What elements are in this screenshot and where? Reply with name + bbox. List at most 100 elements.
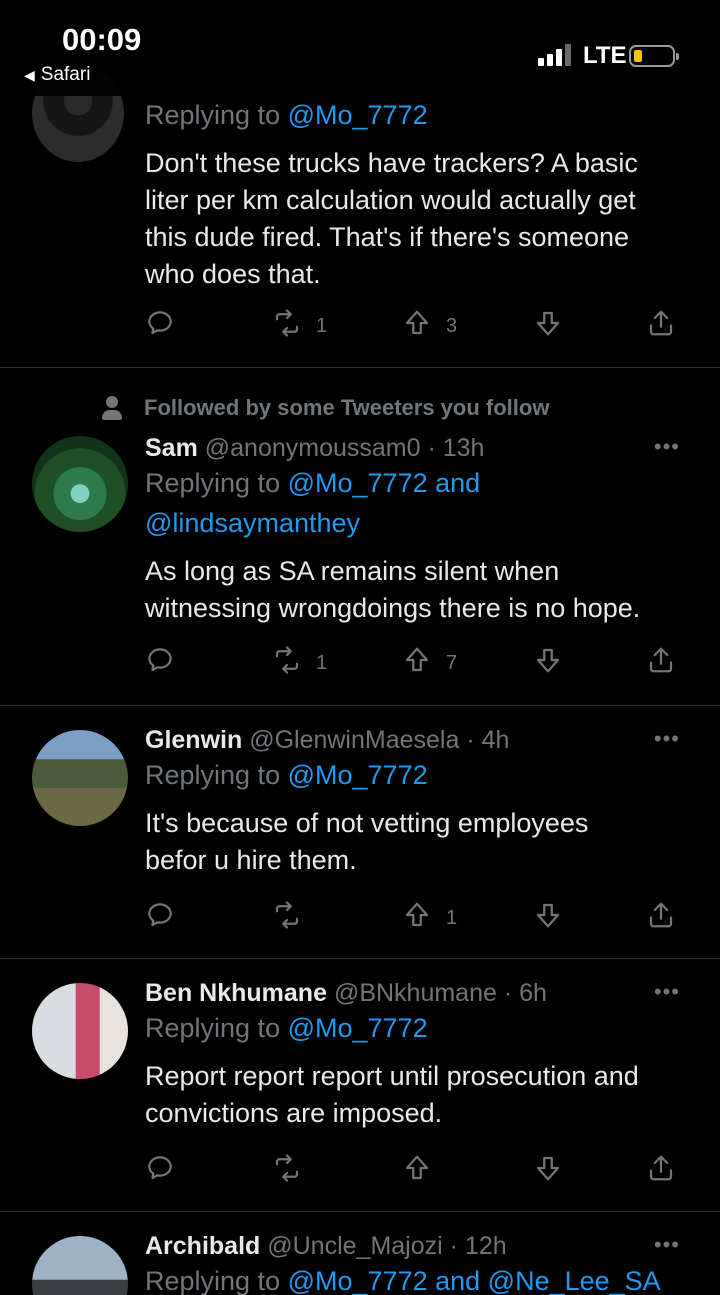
like-count: 3 <box>446 314 458 337</box>
avatar[interactable] <box>32 436 128 532</box>
mention-link[interactable]: @Mo_7772 <box>288 760 428 790</box>
downvote-icon <box>533 308 563 344</box>
tweet-time: 13h <box>442 434 485 462</box>
author-name[interactable]: Ben Nkhumane <box>145 979 327 1007</box>
reply-context: Replying to @Mo_7772 <box>145 95 680 135</box>
downvote-button[interactable] <box>533 306 563 346</box>
share-button[interactable] <box>646 306 676 346</box>
mention-link[interactable]: @Mo_7772 <box>288 1013 428 1043</box>
author-line: Ben Nkhumane @BNkhumane · 6h ••• <box>145 979 680 1007</box>
tweet-reply-2[interactable]: Followed by some Tweeters you follow Sam… <box>0 368 720 706</box>
downvote-button[interactable] <box>533 643 563 683</box>
share-button[interactable] <box>646 898 676 938</box>
tweet-actions: 1 3 <box>145 306 685 346</box>
downvote-icon <box>533 1153 563 1189</box>
tweet-reply-4[interactable]: Ben Nkhumane @BNkhumane · 6h ••• Replyin… <box>0 959 720 1212</box>
share-icon <box>646 308 676 344</box>
more-icon[interactable]: ••• <box>654 726 680 752</box>
downvote-button[interactable] <box>533 898 563 938</box>
reply-context: Replying to @Mo_7772 and <box>145 468 481 498</box>
back-arrow-icon: ◀ <box>24 67 35 83</box>
like-icon <box>402 1153 432 1189</box>
social-context: Followed by some Tweeters you follow <box>100 394 549 424</box>
tweet-text: It's because of not vetting employees be… <box>145 808 589 875</box>
person-icon <box>100 394 124 424</box>
retweet-icon <box>272 645 302 681</box>
status-time: 00:09 <box>62 22 142 57</box>
more-icon[interactable]: ••• <box>654 979 680 1005</box>
more-icon[interactable]: ••• <box>654 1232 680 1258</box>
tweet-reply-5[interactable]: Archibald @Uncle_Majozi · 12h ••• Replyi… <box>0 1212 720 1295</box>
reply-context: Replying to @Mo_7772 <box>145 1013 428 1043</box>
reply-icon <box>145 900 175 936</box>
share-icon <box>646 1153 676 1189</box>
retweet-count: 1 <box>316 314 328 337</box>
author-name[interactable]: Archibald <box>145 1232 260 1260</box>
downvote-button[interactable] <box>533 1151 563 1191</box>
reply-prefix: Replying to <box>145 100 281 130</box>
author-handle[interactable]: @Uncle_Majozi <box>267 1232 442 1260</box>
like-icon <box>402 645 432 681</box>
tweet-time: 6h <box>519 979 547 1007</box>
back-to-safari[interactable]: ◀ Safari <box>24 64 90 86</box>
reply-context: Replying to @Mo_7772 <box>145 760 428 790</box>
like-count: 1 <box>446 906 458 929</box>
tweet-text: Don't these trucks have trackers? A basi… <box>145 148 638 289</box>
reply-button[interactable] <box>145 1151 175 1191</box>
tweet-text: As long as SA remains silent when witnes… <box>145 556 641 623</box>
tweet-actions: 1 <box>145 898 685 938</box>
mention-link[interactable]: @Mo_7772 and <box>288 468 481 498</box>
retweet-button[interactable] <box>272 1151 302 1191</box>
retweet-icon <box>272 1153 302 1189</box>
signal-icon <box>538 44 574 66</box>
like-icon <box>402 308 432 344</box>
reply-icon <box>145 1153 175 1189</box>
avatar[interactable] <box>32 1236 128 1295</box>
share-icon <box>646 645 676 681</box>
reply-button[interactable] <box>145 306 175 346</box>
battery-icon <box>629 45 679 67</box>
author-handle[interactable]: @anonymoussam0 <box>205 434 421 462</box>
reply-button[interactable] <box>145 643 175 683</box>
tweet-time: 4h <box>481 726 510 754</box>
author-line: Glenwin @GlenwinMaesela · 4h ••• <box>145 726 680 754</box>
reply-button[interactable] <box>145 898 175 938</box>
upvote-button[interactable]: 7 <box>402 643 457 683</box>
tweet-reply-3[interactable]: Glenwin @GlenwinMaesela · 4h ••• Replyin… <box>0 706 720 959</box>
avatar[interactable] <box>32 730 128 826</box>
mention-link[interactable]: @Mo_7772 and @Ne_Lee_SA <box>288 1266 661 1295</box>
status-bar: 00:09 ◀ Safari LTE <box>0 0 720 96</box>
author-handle[interactable]: @GlenwinMaesela <box>249 726 459 754</box>
reply-context-cont: @lindsaymanthey <box>145 503 680 543</box>
mention-link[interactable]: @Mo_7772 <box>288 100 428 130</box>
retweet-count: 1 <box>316 651 328 674</box>
avatar[interactable] <box>32 983 128 1079</box>
like-count: 7 <box>446 651 458 674</box>
reply-icon <box>145 308 175 344</box>
author-handle[interactable]: @BNkhumane <box>334 979 497 1007</box>
back-label: Safari <box>40 64 91 85</box>
network-type: LTE <box>583 42 627 69</box>
retweet-button[interactable]: 1 <box>272 643 327 683</box>
upvote-button[interactable]: 3 <box>402 306 457 346</box>
share-button[interactable] <box>646 643 676 683</box>
reply-context: Replying to @Mo_7772 and @Ne_Lee_SA <box>145 1266 661 1295</box>
mention-link[interactable]: @lindsaymanthey <box>145 508 360 538</box>
share-button[interactable] <box>646 1151 676 1191</box>
author-line: Sam @anonymoussam0 · 13h ••• <box>145 434 680 462</box>
tweet-actions: 1 7 <box>145 643 685 683</box>
retweet-icon <box>272 308 302 344</box>
retweet-button[interactable] <box>272 898 302 938</box>
tweet-text: Report report report until prosecution a… <box>145 1061 639 1128</box>
more-icon[interactable]: ••• <box>654 434 680 460</box>
retweet-icon <box>272 900 302 936</box>
author-name[interactable]: Sam <box>145 434 198 462</box>
author-name[interactable]: Glenwin <box>145 726 242 754</box>
retweet-button[interactable]: 1 <box>272 306 327 346</box>
upvote-button[interactable] <box>402 1151 432 1191</box>
tweet-actions <box>145 1151 685 1191</box>
upvote-button[interactable]: 1 <box>402 898 457 938</box>
tweet-time: 12h <box>464 1232 507 1260</box>
like-icon <box>402 900 432 936</box>
downvote-icon <box>533 645 563 681</box>
